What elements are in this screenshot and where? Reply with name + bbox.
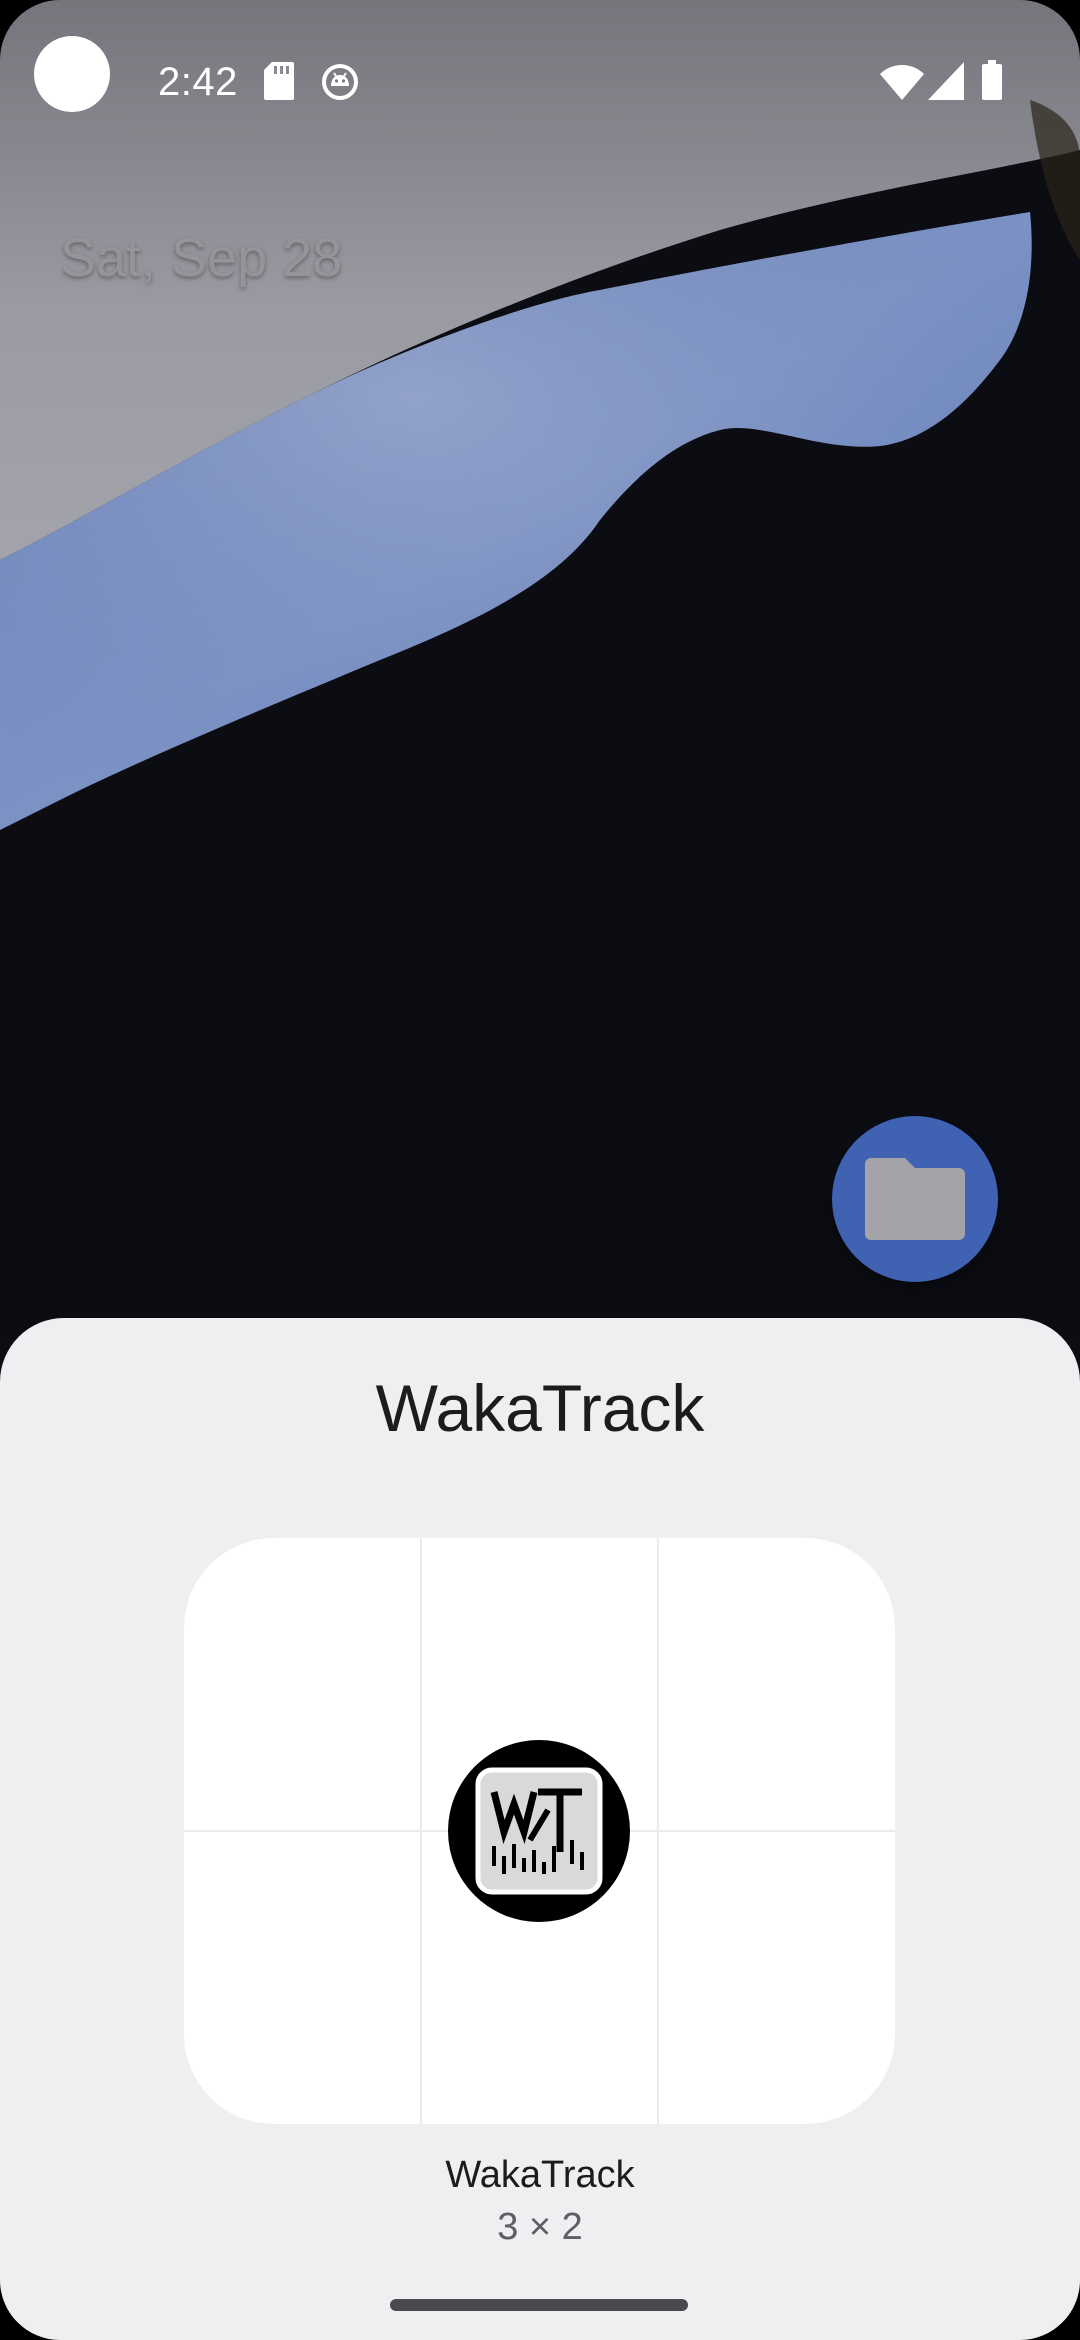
home-indicator[interactable] [390,2299,688,2311]
battery-icon [982,60,1002,100]
home-date[interactable]: Sat, Sep 28 [60,226,342,290]
status-time: 2:42 [158,60,238,104]
android-debug-icon [322,64,358,100]
phone-screen: 2:42 Sat, Sep 28 WakaTrack WakaTrack 3 ×… [0,0,1080,2340]
sheet-title: WakaTrack [375,1371,705,1445]
wakatrack-logo-icon [448,1740,630,1922]
cell-signal-icon [928,62,964,100]
widget-size: 3 × 2 [497,2206,583,2248]
folder-button[interactable] [832,1116,998,1282]
camera-cutout-icon [34,36,110,112]
status-bar: 2:42 [0,0,1080,150]
widget-preview[interactable] [184,1538,895,2124]
folder-icon [865,1158,965,1240]
widget-name: WakaTrack [445,2154,635,2196]
widget-bottom-sheet: WakaTrack WakaTrack 3 × 2 [0,1318,1080,2340]
sd-card-icon [264,62,294,100]
wifi-icon [880,65,924,100]
